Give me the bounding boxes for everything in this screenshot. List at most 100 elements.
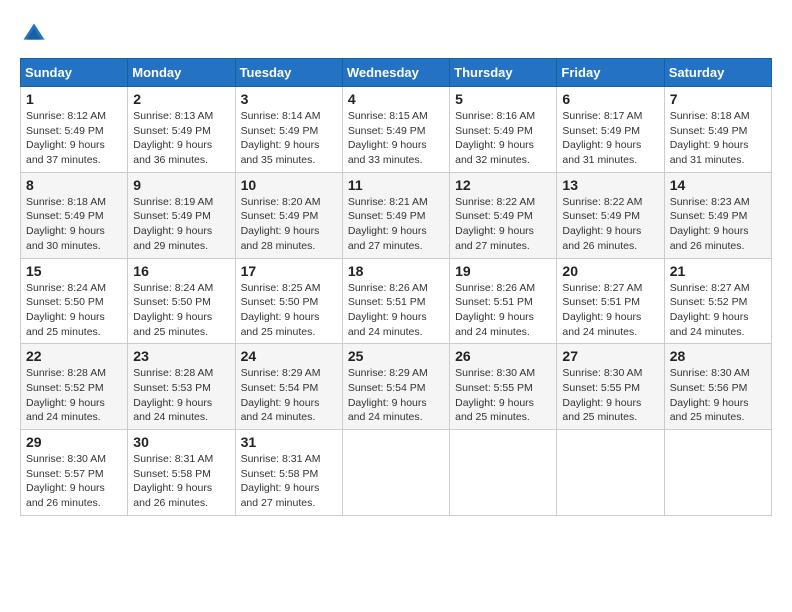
- day-number: 23: [133, 348, 229, 364]
- day-number: 25: [348, 348, 444, 364]
- calendar-cell: [664, 430, 771, 516]
- calendar-cell: 5 Sunrise: 8:16 AMSunset: 5:49 PMDayligh…: [450, 87, 557, 173]
- day-number: 6: [562, 91, 658, 107]
- logo: [20, 20, 52, 48]
- day-info: Sunrise: 8:30 AMSunset: 5:57 PMDaylight:…: [26, 453, 106, 509]
- day-number: 28: [670, 348, 766, 364]
- calendar-header-tuesday: Tuesday: [235, 59, 342, 87]
- day-number: 18: [348, 263, 444, 279]
- calendar-cell: 8 Sunrise: 8:18 AMSunset: 5:49 PMDayligh…: [21, 172, 128, 258]
- day-number: 5: [455, 91, 551, 107]
- calendar-cell: 23 Sunrise: 8:28 AMSunset: 5:53 PMDaylig…: [128, 344, 235, 430]
- calendar-cell: [450, 430, 557, 516]
- calendar-cell: 7 Sunrise: 8:18 AMSunset: 5:49 PMDayligh…: [664, 87, 771, 173]
- day-info: Sunrise: 8:22 AMSunset: 5:49 PMDaylight:…: [562, 196, 642, 252]
- day-info: Sunrise: 8:30 AMSunset: 5:55 PMDaylight:…: [562, 367, 642, 423]
- day-number: 24: [241, 348, 337, 364]
- calendar-cell: 2 Sunrise: 8:13 AMSunset: 5:49 PMDayligh…: [128, 87, 235, 173]
- calendar-cell: 29 Sunrise: 8:30 AMSunset: 5:57 PMDaylig…: [21, 430, 128, 516]
- day-number: 21: [670, 263, 766, 279]
- day-info: Sunrise: 8:17 AMSunset: 5:49 PMDaylight:…: [562, 110, 642, 166]
- day-info: Sunrise: 8:31 AMSunset: 5:58 PMDaylight:…: [241, 453, 321, 509]
- calendar-week-5: 29 Sunrise: 8:30 AMSunset: 5:57 PMDaylig…: [21, 430, 772, 516]
- day-info: Sunrise: 8:28 AMSunset: 5:53 PMDaylight:…: [133, 367, 213, 423]
- calendar-cell: 13 Sunrise: 8:22 AMSunset: 5:49 PMDaylig…: [557, 172, 664, 258]
- calendar-cell: 18 Sunrise: 8:26 AMSunset: 5:51 PMDaylig…: [342, 258, 449, 344]
- day-info: Sunrise: 8:26 AMSunset: 5:51 PMDaylight:…: [455, 282, 535, 338]
- day-number: 9: [133, 177, 229, 193]
- calendar-header-wednesday: Wednesday: [342, 59, 449, 87]
- calendar-cell: 31 Sunrise: 8:31 AMSunset: 5:58 PMDaylig…: [235, 430, 342, 516]
- day-info: Sunrise: 8:13 AMSunset: 5:49 PMDaylight:…: [133, 110, 213, 166]
- day-info: Sunrise: 8:15 AMSunset: 5:49 PMDaylight:…: [348, 110, 428, 166]
- calendar-header-friday: Friday: [557, 59, 664, 87]
- header: [20, 20, 772, 48]
- day-info: Sunrise: 8:21 AMSunset: 5:49 PMDaylight:…: [348, 196, 428, 252]
- calendar-header-monday: Monday: [128, 59, 235, 87]
- day-info: Sunrise: 8:28 AMSunset: 5:52 PMDaylight:…: [26, 367, 106, 423]
- day-info: Sunrise: 8:26 AMSunset: 5:51 PMDaylight:…: [348, 282, 428, 338]
- day-number: 15: [26, 263, 122, 279]
- day-info: Sunrise: 8:18 AMSunset: 5:49 PMDaylight:…: [26, 196, 106, 252]
- calendar-cell: 26 Sunrise: 8:30 AMSunset: 5:55 PMDaylig…: [450, 344, 557, 430]
- day-info: Sunrise: 8:27 AMSunset: 5:51 PMDaylight:…: [562, 282, 642, 338]
- calendar-header-row: SundayMondayTuesdayWednesdayThursdayFrid…: [21, 59, 772, 87]
- day-number: 27: [562, 348, 658, 364]
- day-info: Sunrise: 8:24 AMSunset: 5:50 PMDaylight:…: [26, 282, 106, 338]
- day-number: 13: [562, 177, 658, 193]
- day-info: Sunrise: 8:19 AMSunset: 5:49 PMDaylight:…: [133, 196, 213, 252]
- calendar-cell: 30 Sunrise: 8:31 AMSunset: 5:58 PMDaylig…: [128, 430, 235, 516]
- day-info: Sunrise: 8:29 AMSunset: 5:54 PMDaylight:…: [241, 367, 321, 423]
- day-number: 22: [26, 348, 122, 364]
- day-info: Sunrise: 8:18 AMSunset: 5:49 PMDaylight:…: [670, 110, 750, 166]
- day-number: 1: [26, 91, 122, 107]
- calendar-cell: 14 Sunrise: 8:23 AMSunset: 5:49 PMDaylig…: [664, 172, 771, 258]
- day-number: 26: [455, 348, 551, 364]
- calendar-cell: 27 Sunrise: 8:30 AMSunset: 5:55 PMDaylig…: [557, 344, 664, 430]
- calendar-header-thursday: Thursday: [450, 59, 557, 87]
- calendar-cell: 4 Sunrise: 8:15 AMSunset: 5:49 PMDayligh…: [342, 87, 449, 173]
- calendar-cell: 19 Sunrise: 8:26 AMSunset: 5:51 PMDaylig…: [450, 258, 557, 344]
- calendar-cell: [557, 430, 664, 516]
- day-info: Sunrise: 8:27 AMSunset: 5:52 PMDaylight:…: [670, 282, 750, 338]
- day-number: 10: [241, 177, 337, 193]
- day-number: 4: [348, 91, 444, 107]
- day-info: Sunrise: 8:12 AMSunset: 5:49 PMDaylight:…: [26, 110, 106, 166]
- calendar-cell: 15 Sunrise: 8:24 AMSunset: 5:50 PMDaylig…: [21, 258, 128, 344]
- calendar-week-2: 8 Sunrise: 8:18 AMSunset: 5:49 PMDayligh…: [21, 172, 772, 258]
- day-info: Sunrise: 8:14 AMSunset: 5:49 PMDaylight:…: [241, 110, 321, 166]
- calendar-cell: 21 Sunrise: 8:27 AMSunset: 5:52 PMDaylig…: [664, 258, 771, 344]
- day-number: 20: [562, 263, 658, 279]
- calendar-cell: 25 Sunrise: 8:29 AMSunset: 5:54 PMDaylig…: [342, 344, 449, 430]
- day-number: 8: [26, 177, 122, 193]
- day-number: 30: [133, 434, 229, 450]
- day-number: 16: [133, 263, 229, 279]
- day-info: Sunrise: 8:22 AMSunset: 5:49 PMDaylight:…: [455, 196, 535, 252]
- calendar-cell: 10 Sunrise: 8:20 AMSunset: 5:49 PMDaylig…: [235, 172, 342, 258]
- calendar-week-1: 1 Sunrise: 8:12 AMSunset: 5:49 PMDayligh…: [21, 87, 772, 173]
- day-number: 11: [348, 177, 444, 193]
- calendar-cell: [342, 430, 449, 516]
- day-number: 31: [241, 434, 337, 450]
- day-info: Sunrise: 8:30 AMSunset: 5:55 PMDaylight:…: [455, 367, 535, 423]
- day-number: 29: [26, 434, 122, 450]
- day-info: Sunrise: 8:16 AMSunset: 5:49 PMDaylight:…: [455, 110, 535, 166]
- day-number: 12: [455, 177, 551, 193]
- day-number: 14: [670, 177, 766, 193]
- calendar-cell: 28 Sunrise: 8:30 AMSunset: 5:56 PMDaylig…: [664, 344, 771, 430]
- day-number: 19: [455, 263, 551, 279]
- calendar-cell: 20 Sunrise: 8:27 AMSunset: 5:51 PMDaylig…: [557, 258, 664, 344]
- day-info: Sunrise: 8:20 AMSunset: 5:49 PMDaylight:…: [241, 196, 321, 252]
- day-info: Sunrise: 8:29 AMSunset: 5:54 PMDaylight:…: [348, 367, 428, 423]
- calendar-cell: 9 Sunrise: 8:19 AMSunset: 5:49 PMDayligh…: [128, 172, 235, 258]
- calendar-cell: 1 Sunrise: 8:12 AMSunset: 5:49 PMDayligh…: [21, 87, 128, 173]
- calendar-cell: 6 Sunrise: 8:17 AMSunset: 5:49 PMDayligh…: [557, 87, 664, 173]
- calendar-cell: 11 Sunrise: 8:21 AMSunset: 5:49 PMDaylig…: [342, 172, 449, 258]
- day-number: 2: [133, 91, 229, 107]
- calendar-cell: 24 Sunrise: 8:29 AMSunset: 5:54 PMDaylig…: [235, 344, 342, 430]
- day-info: Sunrise: 8:30 AMSunset: 5:56 PMDaylight:…: [670, 367, 750, 423]
- day-info: Sunrise: 8:25 AMSunset: 5:50 PMDaylight:…: [241, 282, 321, 338]
- calendar-header-saturday: Saturday: [664, 59, 771, 87]
- calendar-cell: 22 Sunrise: 8:28 AMSunset: 5:52 PMDaylig…: [21, 344, 128, 430]
- day-info: Sunrise: 8:31 AMSunset: 5:58 PMDaylight:…: [133, 453, 213, 509]
